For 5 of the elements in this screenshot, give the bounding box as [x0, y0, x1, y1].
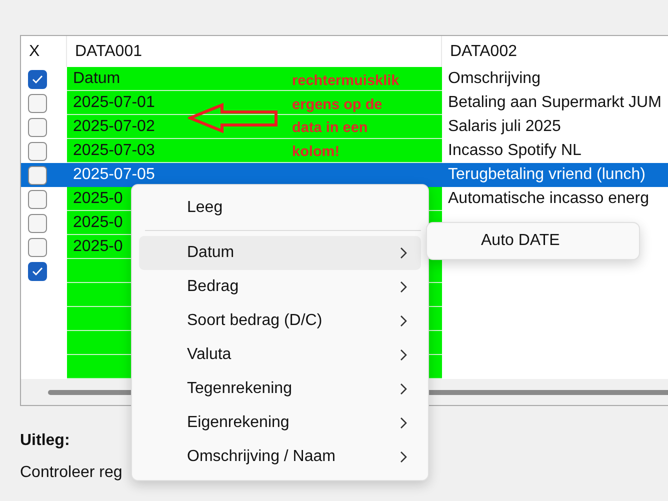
table-cell: 2025-07-05 — [67, 163, 442, 187]
explanation-text: Controleer reg — [20, 464, 122, 482]
table-cell: Terugbetaling vriend (lunch) — [442, 163, 668, 187]
annotation-text: rechtermuisklik ergens op de data in een kolom! — [292, 72, 400, 162]
explanation-heading: Uitleg: — [20, 432, 70, 450]
